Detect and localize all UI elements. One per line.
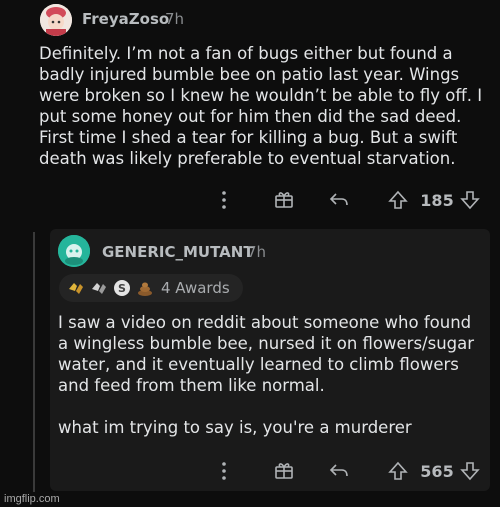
- vote-count: 185: [420, 190, 454, 210]
- username[interactable]: GENERIC_MUTANT: [102, 243, 254, 261]
- timestamp: 7h: [165, 10, 185, 28]
- reply-icon[interactable]: [328, 190, 350, 210]
- reply-icon[interactable]: [328, 461, 350, 481]
- username[interactable]: FreyaZoso: [82, 10, 169, 28]
- timestamp: 7h: [247, 243, 267, 261]
- awards-bar[interactable]: S 4 Awards: [59, 274, 243, 302]
- comment-actions: 185: [215, 186, 495, 214]
- silver-hands-award-icon: [90, 279, 108, 297]
- downvote-icon[interactable]: [459, 460, 481, 482]
- award-gift-icon[interactable]: [273, 188, 295, 210]
- thread-line[interactable]: [33, 232, 35, 492]
- upvote-icon[interactable]: [387, 189, 409, 211]
- avatar[interactable]: [58, 235, 90, 267]
- vote-count: 565: [420, 461, 454, 481]
- downvote-icon[interactable]: [459, 189, 481, 211]
- comment-body: I saw a video on reddit about someone wh…: [58, 312, 486, 438]
- award-gift-icon[interactable]: [273, 459, 295, 481]
- avatar[interactable]: [40, 4, 72, 36]
- gold-hands-award-icon: [67, 279, 85, 297]
- watermark: imgflip.com: [4, 493, 60, 505]
- comment-body: Definitely. I’m not a fan of bugs either…: [39, 44, 483, 168]
- comment-paragraph: what im trying to say is, you're a murde…: [58, 418, 412, 437]
- more-options-icon[interactable]: [219, 461, 229, 481]
- svg-text:S: S: [118, 282, 126, 295]
- comment-actions: 565: [215, 457, 495, 485]
- top-comment: FreyaZoso 7h Definitely. I’m not a fan o…: [0, 0, 500, 230]
- silver-award-icon: S: [113, 279, 131, 297]
- upvote-icon[interactable]: [387, 460, 409, 482]
- poop-award-icon: [136, 279, 154, 297]
- comment-paragraph: I saw a video on reddit about someone wh…: [58, 313, 475, 395]
- more-options-icon[interactable]: [219, 190, 229, 210]
- awards-count: 4 Awards: [161, 279, 230, 297]
